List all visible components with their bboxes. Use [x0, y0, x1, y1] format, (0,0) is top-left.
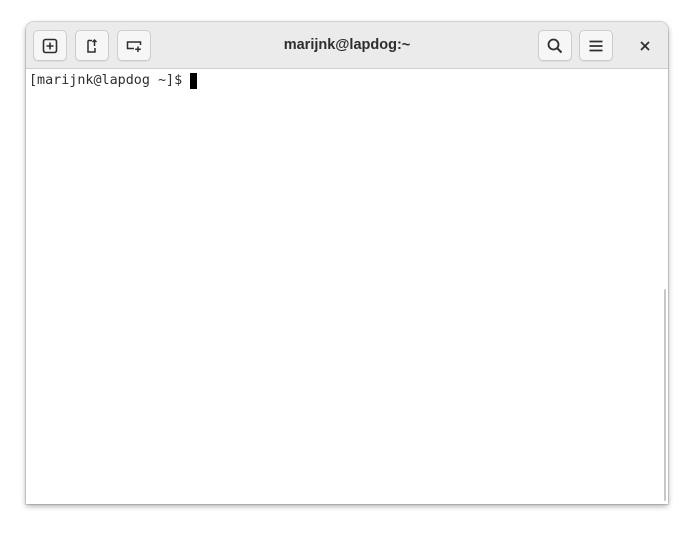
- menu-button[interactable]: [579, 30, 613, 61]
- new-window-icon: [126, 40, 142, 52]
- scrollbar[interactable]: [664, 289, 666, 501]
- text-cursor: [190, 72, 198, 89]
- new-tab-icon: [42, 38, 58, 53]
- new-tab-button[interactable]: [33, 30, 67, 61]
- terminal-area[interactable]: [marijnk@lapdog ~]$: [26, 69, 668, 504]
- close-button[interactable]: [628, 30, 662, 61]
- new-window-button[interactable]: [117, 30, 151, 61]
- search-button[interactable]: [538, 30, 572, 61]
- prompt-line: [marijnk@lapdog ~]$: [29, 72, 198, 89]
- terminal-window: marijnk@lapdog:~ [marijnk@lapdog ~]$: [26, 22, 668, 504]
- detach-tab-icon: [87, 38, 98, 53]
- search-icon: [547, 38, 563, 53]
- header-bar: marijnk@lapdog:~: [26, 22, 668, 69]
- close-icon: [640, 40, 650, 51]
- detach-tab-button[interactable]: [75, 30, 109, 61]
- shell-prompt: [marijnk@lapdog ~]$: [29, 73, 183, 88]
- hamburger-menu-icon: [589, 40, 603, 51]
